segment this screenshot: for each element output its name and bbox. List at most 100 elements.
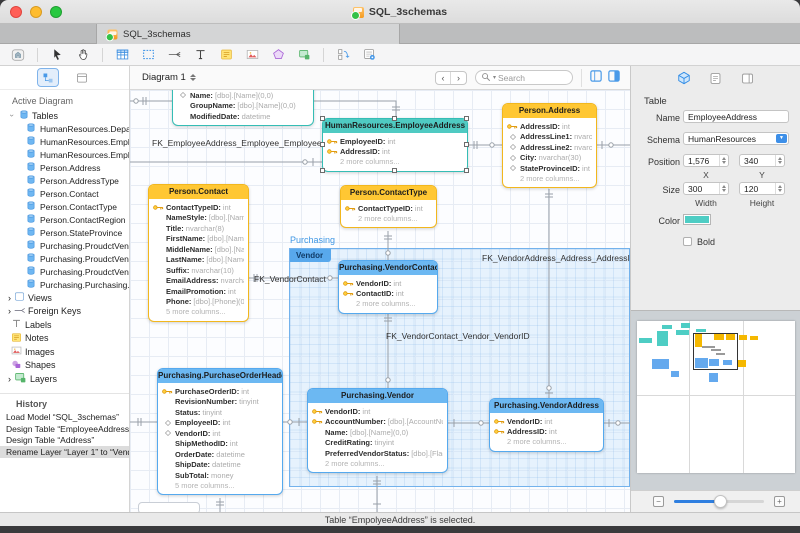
position-x-stepper[interactable]: 1,576 [683,154,729,167]
pointer-icon[interactable] [47,46,67,64]
sidebar-table-item[interactable]: Purchasing.ProudctVen... [0,252,129,265]
diagram-table[interactable]: Purchasing.PurchaseOrderHeaderPurchaseOr… [157,368,283,495]
tab-sql-3schemas[interactable]: SQL_3schemas [96,24,400,44]
minimap-viewport[interactable] [693,333,738,370]
diagram-table[interactable]: Purchasing.VendorContactVendorID:intCont… [338,260,438,314]
sidebar-table-item[interactable]: Person.Address [0,161,129,174]
panel-tab-icon[interactable] [738,69,758,87]
auto-layout-icon[interactable] [333,46,353,64]
chevron-right-icon[interactable]: › [8,293,11,303]
hand-icon[interactable] [73,46,93,64]
sidebar-table-item[interactable]: Person.AddressType [0,174,129,187]
sidebar-table-item[interactable]: Purchasing.ProudctVen... [0,265,129,278]
zoom-slider-thumb[interactable] [714,495,727,508]
selection-handle[interactable] [392,116,397,121]
selection-handle[interactable] [464,116,469,121]
diagram-table[interactable]: Person.ContactTypeContactTypeID:int2 mor… [340,185,437,228]
tables-group-row[interactable]: › Tables [0,109,129,122]
sidebar-section-layers[interactable]: ›Layers [0,372,129,386]
diagram-table[interactable]: Purchasing.VendorAddressVendorID:intAddr… [489,398,604,452]
nav-forward-button[interactable]: › [451,72,466,84]
zoom-out-button[interactable]: − [653,496,664,507]
diagram-table[interactable]: Name:[dbo].[Name](0,0)GroupName:[dbo].[N… [172,90,314,126]
sidebar-section-notes[interactable]: Notes [0,332,129,346]
fk-label[interactable]: FK_VendorContact [254,274,326,284]
sidebar-section-images[interactable]: Images [0,345,129,359]
image-icon[interactable] [242,46,262,64]
bold-checkbox[interactable] [683,237,692,246]
text-icon[interactable] [190,46,210,64]
sidebar-table-item[interactable]: HumanResources.Emplo... [0,135,129,148]
selection-icon[interactable] [138,46,158,64]
sidebar-table-item[interactable]: Person.ContactType [0,200,129,213]
chevron-down-icon[interactable]: › [8,112,17,120]
color-swatch[interactable] [683,214,711,225]
sidebar-section-foreign-keys[interactable]: ›Foreign Keys [0,305,129,319]
fk-label[interactable]: FK_VendorContact_Vendor_VendorID [386,331,530,341]
toggle-right-pane-icon[interactable] [608,69,620,87]
name-input[interactable] [683,110,789,123]
history-item[interactable]: Load Model “SQL_3schemas” [0,412,129,424]
search-input[interactable] [498,73,558,83]
sidebar-properties-tab-icon[interactable] [72,69,92,86]
nav-back-button[interactable]: ‹ [436,72,451,84]
chevron-right-icon[interactable]: › [8,374,11,384]
position-y-stepper[interactable]: 340 [739,154,785,167]
selection-handle[interactable] [320,116,325,121]
note-icon[interactable] [216,46,236,64]
selection-handle[interactable] [464,168,469,173]
schema-dropdown-icon[interactable]: ▼ [776,134,787,143]
stepper-arrows-icon[interactable] [775,155,784,166]
history-item[interactable]: Design Table “EmployeeAddress” [0,423,129,435]
selection-handle[interactable] [320,142,325,147]
stepper-arrows-icon[interactable] [719,155,728,166]
diagram-canvas[interactable]: Vendor Purchasing [130,90,630,512]
sidebar-section-labels[interactable]: Labels [0,318,129,332]
sidebar-section-views[interactable]: ›Views [0,291,129,305]
ddl-tab-icon[interactable] [706,69,726,87]
relation-icon[interactable] [164,46,184,64]
sidebar-table-item[interactable]: Purchasing.Purchasing... [0,278,129,291]
schema-select[interactable]: HumanResources ▼ [683,132,789,145]
sidebar-table-item[interactable]: Person.Contact [0,187,129,200]
layer-icon[interactable] [294,46,314,64]
zoom-in-button[interactable]: + [774,496,785,507]
sidebar-table-item[interactable]: HumanResources.Emplo... [0,148,129,161]
selection-handle[interactable] [464,142,469,147]
table-icon[interactable] [112,46,132,64]
sidebar-table-item[interactable]: Person.ContactRegion [0,213,129,226]
size-width-stepper[interactable]: 300 [683,182,729,195]
sidebar-table-item[interactable]: HumanResources.Depar... [0,122,129,135]
model-cube-tab-icon[interactable] [674,69,694,87]
history-item[interactable]: Design Table “Address” [0,435,129,447]
history-item[interactable]: Rename Layer “Layer 1” to “Vendor” [0,446,129,458]
sidebar-section-shapes[interactable]: Shapes [0,359,129,373]
zoom-slider[interactable] [674,500,764,503]
fk-label[interactable]: FK_VendorAddress_Address_AddressID [482,253,630,263]
search-box[interactable]: ▾ [475,70,573,85]
minimap-table-rect [652,359,669,369]
diagram-table[interactable]: Purchasing.VendorVendorID:intAccountNumb… [307,388,448,473]
diagram-table[interactable]: HumanResources.EmployeeAddressEmployeeID… [322,118,468,172]
stepper-arrows-icon[interactable] [775,183,784,194]
chevron-right-icon[interactable]: › [8,306,11,316]
diagram-selector[interactable]: Diagram 1 [142,72,196,83]
search-options-chevron-icon[interactable]: ▾ [493,74,496,81]
stepper-arrows-icon[interactable] [719,183,728,194]
size-height-stepper[interactable]: 120 [739,182,785,195]
selection-handle[interactable] [320,168,325,173]
model-tree-tab-icon[interactable] [38,69,58,86]
minimap[interactable] [637,321,795,473]
name-label: Name [635,113,680,123]
toggle-left-pane-icon[interactable] [590,69,602,87]
sidebar-table-item[interactable]: Person.StateProvince [0,226,129,239]
shape-icon[interactable] [268,46,288,64]
selection-handle[interactable] [392,168,397,173]
model-overview-icon[interactable] [8,46,28,64]
diagram-table[interactable]: Person.AddressAddressID:intAddressLine1:… [502,103,597,188]
diagram-settings-icon[interactable] [359,46,379,64]
table-header: Person.Address [503,104,596,118]
diagram-table[interactable]: Person.ContactContactTypeID:intNameStyle… [148,184,249,322]
sidebar-table-item[interactable]: Purchasing.ProudctVen... [0,239,129,252]
fk-label[interactable]: FK_EmployeeAddress_Employee_EmployeeID [152,138,330,148]
